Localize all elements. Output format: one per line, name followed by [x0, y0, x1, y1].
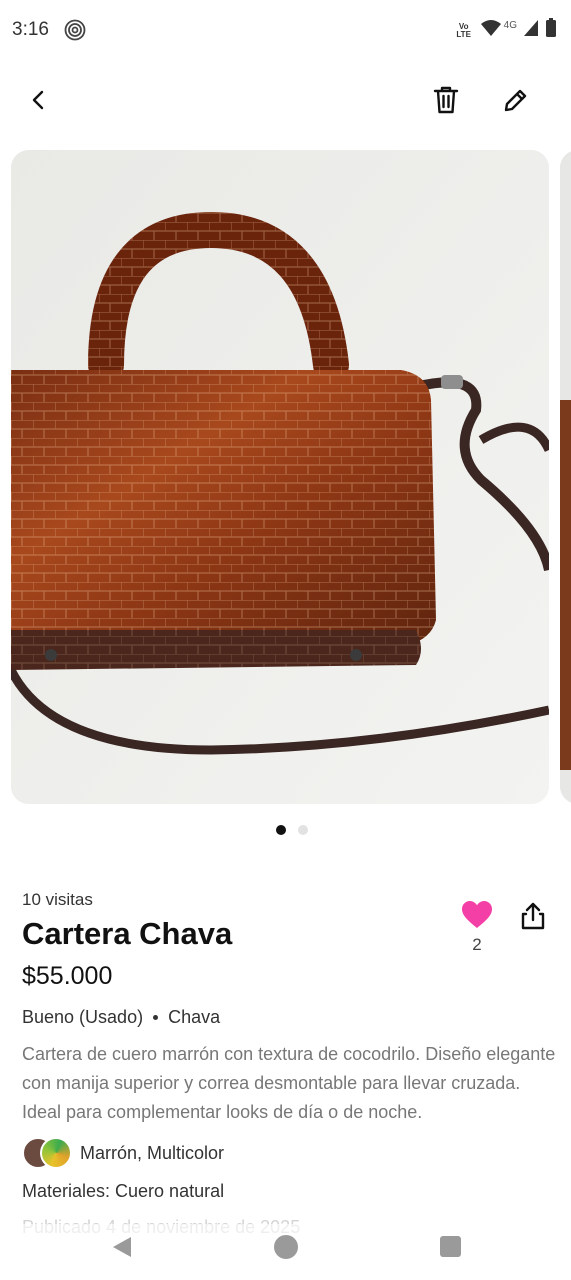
- colors-row: Marrón, Multicolor: [22, 1135, 224, 1171]
- carousel-dot-active[interactable]: [275, 825, 286, 835]
- volte-line2: LTE: [456, 29, 471, 39]
- signal-icon: [523, 19, 539, 42]
- like-button[interactable]: [458, 897, 496, 933]
- back-button[interactable]: [17, 78, 61, 122]
- color-swatch-multicolor: [40, 1137, 72, 1169]
- next-photo-peek[interactable]: [560, 150, 571, 804]
- brand: Chava: [168, 1007, 221, 1027]
- like-count: 2: [472, 935, 482, 954]
- product-description: Cartera de cuero marrón con textura de c…: [22, 1044, 556, 1122]
- heart-icon: [462, 901, 492, 928]
- delete-button[interactable]: [424, 78, 468, 122]
- share-icon: [521, 902, 545, 930]
- edit-icon: [504, 89, 527, 112]
- top-app-bar: [0, 70, 571, 130]
- separator-dot: [153, 1015, 159, 1020]
- carousel-indicator: [0, 825, 571, 835]
- status-time: 3:16: [12, 19, 49, 40]
- materials: Materiales: Cuero natural: [22, 1181, 225, 1201]
- nav-back-icon[interactable]: [110, 1235, 134, 1259]
- network-type: 4G: [503, 20, 517, 31]
- product-title: Cartera Chava: [22, 916, 233, 951]
- fingerprint-icon: [64, 19, 86, 41]
- condition: Bueno (Usado): [22, 1007, 144, 1027]
- product-photo[interactable]: [11, 150, 549, 804]
- system-nav-bar: [0, 1224, 571, 1280]
- status-bar: 3:16 Vo LTE 4G: [0, 0, 571, 60]
- back-icon: [32, 90, 44, 110]
- volte-indicator: Vo LTE: [454, 22, 474, 39]
- colors-label: Marrón, Multicolor: [80, 1142, 225, 1163]
- nav-recents-icon[interactable]: [440, 1236, 461, 1257]
- trash-icon: [433, 86, 459, 114]
- wifi-icon: [480, 19, 502, 42]
- carousel-dot[interactable]: [297, 825, 308, 835]
- image-carousel[interactable]: [0, 150, 571, 804]
- condition-brand-line: Bueno (Usado) Chava: [22, 1007, 220, 1028]
- nav-home-icon[interactable]: [274, 1235, 298, 1259]
- share-button[interactable]: [514, 897, 552, 935]
- product-price: $55.000: [22, 962, 113, 990]
- edit-button[interactable]: [494, 78, 538, 122]
- visit-count: 10 visitas: [22, 890, 93, 909]
- battery-icon: [545, 18, 557, 43]
